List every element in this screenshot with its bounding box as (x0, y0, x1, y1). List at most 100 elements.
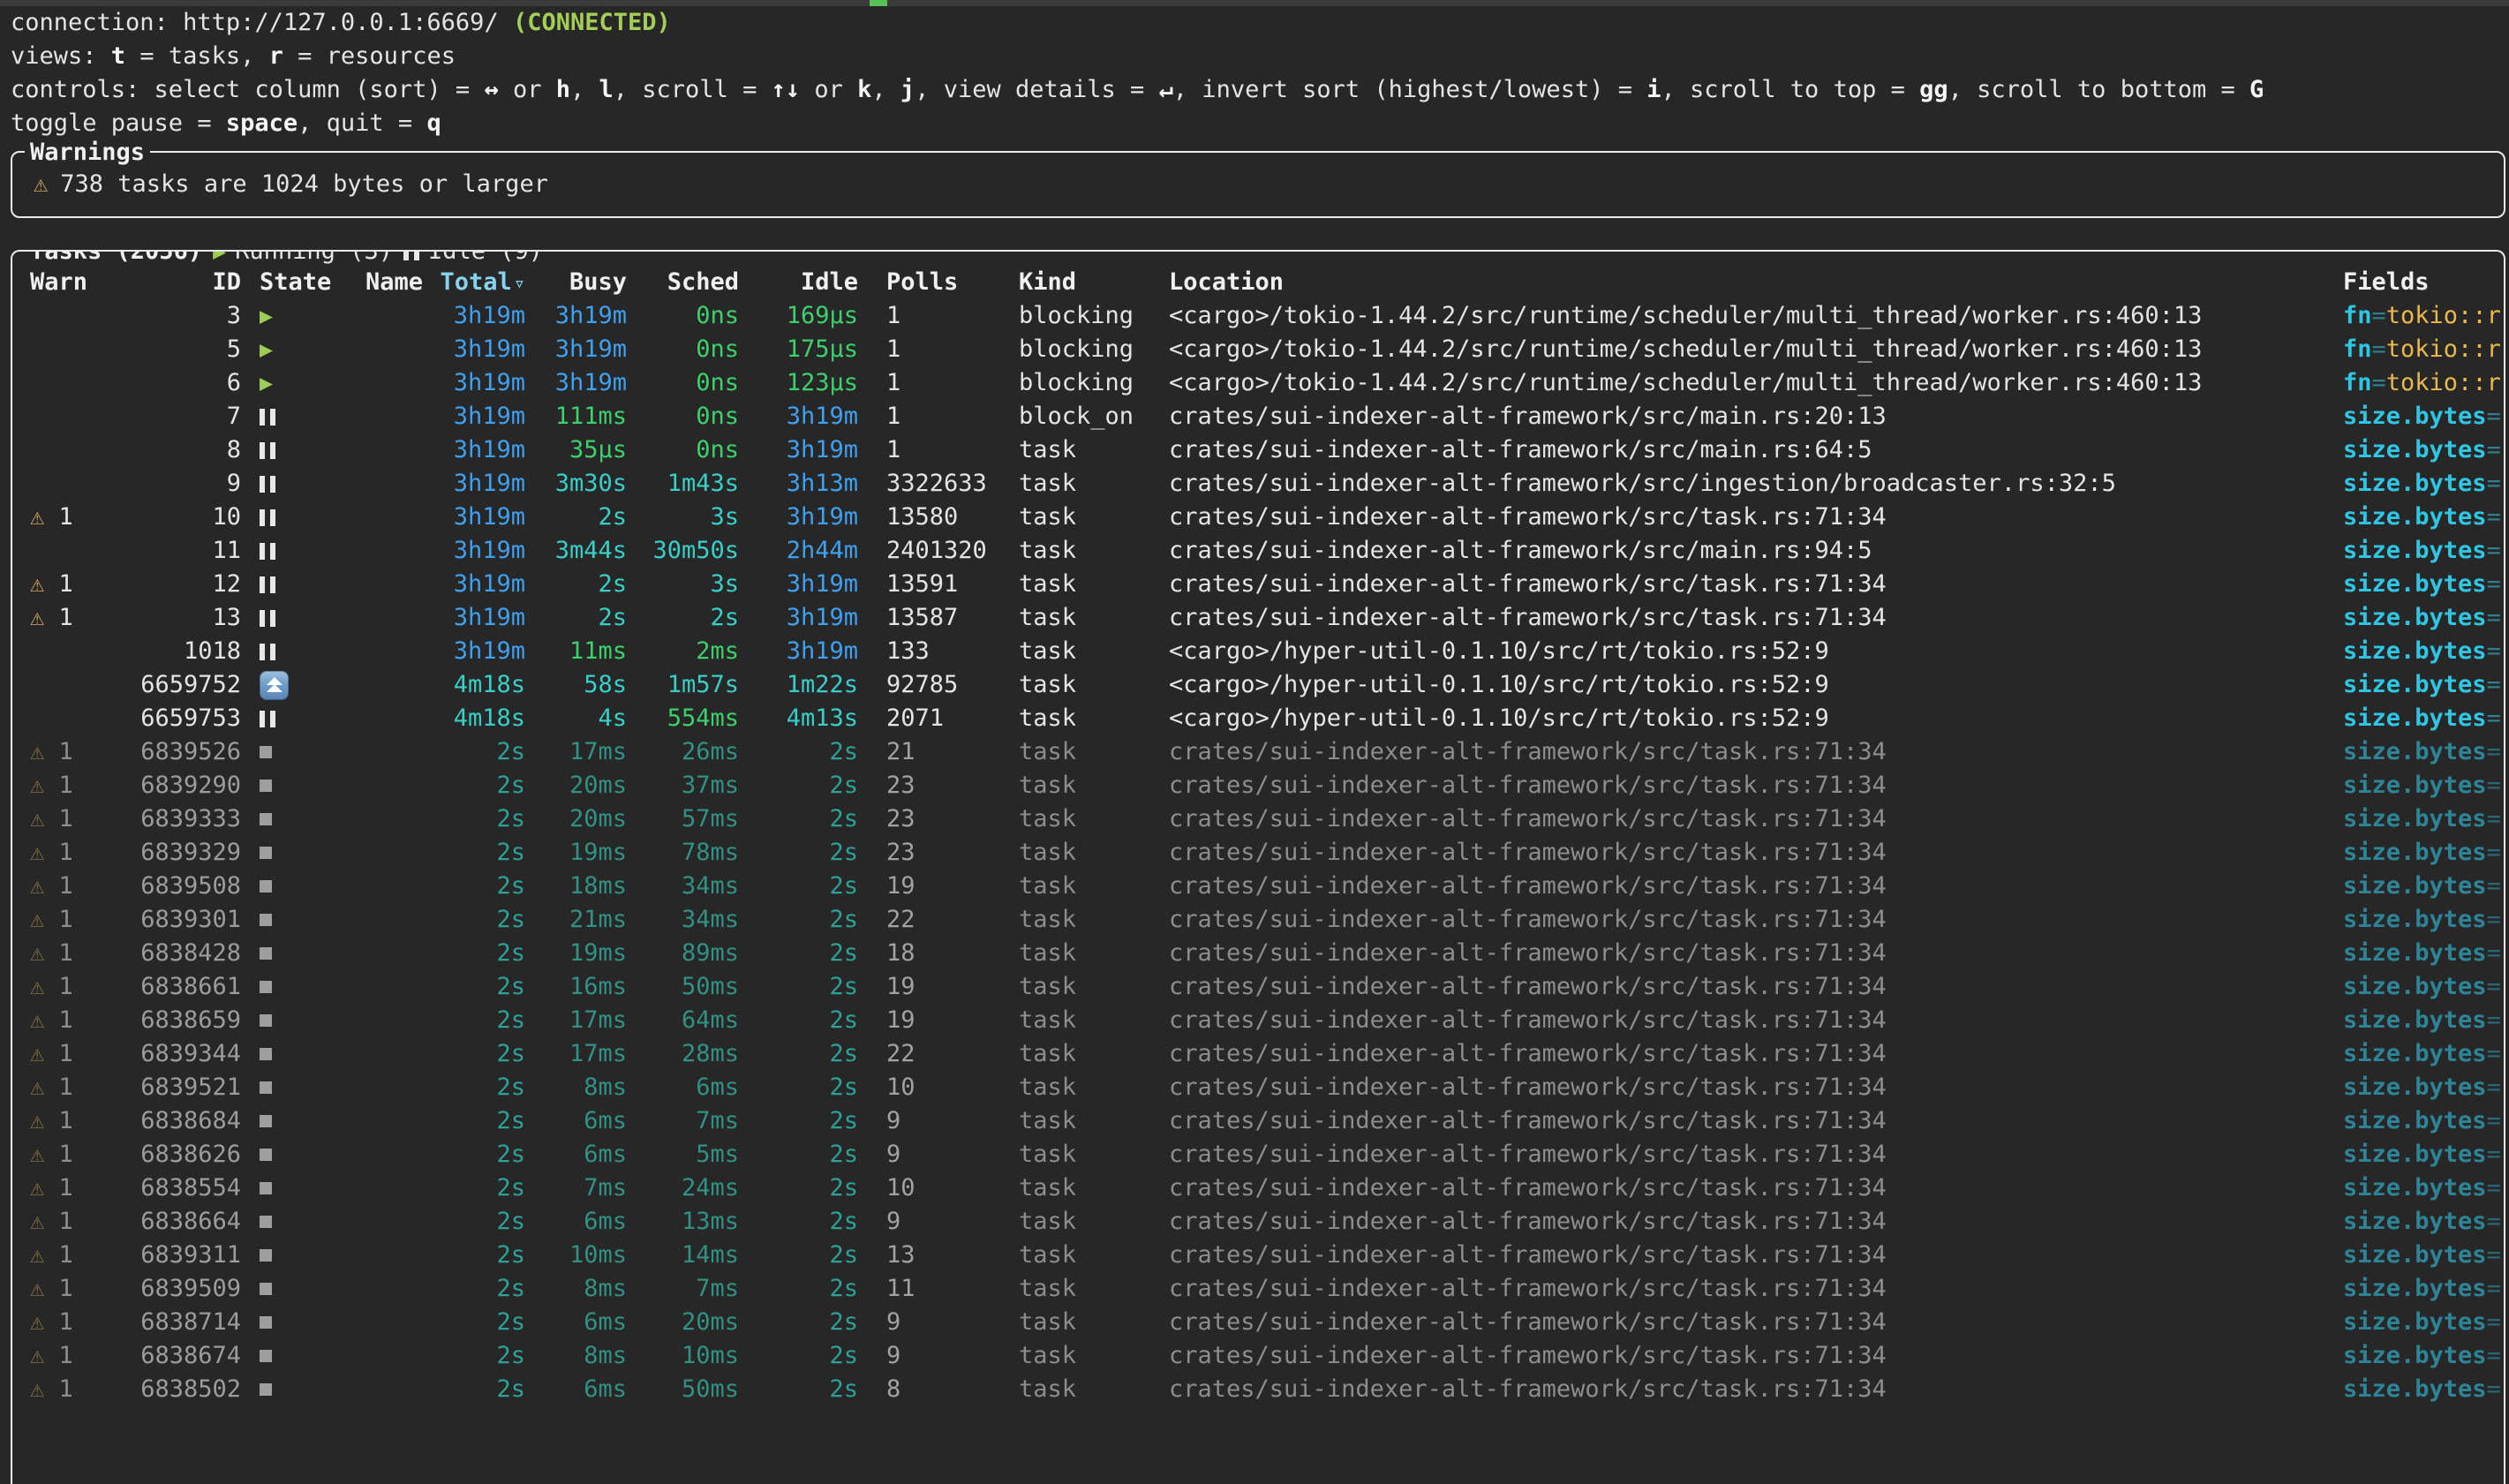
cell-polls: 13587 (869, 601, 1001, 635)
cell-kind: task (1001, 668, 1151, 702)
cell-location: <cargo>/hyper-util-0.1.10/src/rt/tokio.r… (1151, 702, 2325, 735)
task-row[interactable]: ⚠ 168386842s6ms7ms2s9taskcrates/sui-inde… (12, 1104, 2504, 1138)
task-row[interactable]: 83h19m35µs0ns3h19m1taskcrates/sui-indexe… (12, 433, 2504, 467)
task-row[interactable]: ⚠ 1123h19m2s3s3h19m13591taskcrates/sui-i… (12, 568, 2504, 601)
task-row[interactable]: ⚠ 1103h19m2s3s3h19m13580taskcrates/sui-i… (12, 501, 2504, 534)
task-row[interactable]: ⚠ 168387142s6ms20ms2s9taskcrates/sui-ind… (12, 1306, 2504, 1339)
column-header-kind[interactable]: Kind (1001, 266, 1151, 299)
cell-state (246, 1037, 352, 1071)
task-row[interactable]: ⚠ 168395092s8ms7ms2s11taskcrates/sui-ind… (12, 1272, 2504, 1306)
cell-location: crates/sui-indexer-alt-framework/src/tas… (1151, 601, 2325, 635)
task-row[interactable]: ⚠ 168386612s16ms50ms2s19taskcrates/sui-i… (12, 970, 2504, 1004)
cell-sched: 26ms (637, 735, 750, 769)
cell-warn: ⚠ 1 (12, 1071, 92, 1104)
cell-busy: 3m30s (536, 467, 637, 501)
cell-fields: size.bytes= (2325, 970, 2504, 1004)
cell-polls: 10 (869, 1071, 1001, 1104)
task-row[interactable]: ⚠ 168386642s6ms13ms2s9taskcrates/sui-ind… (12, 1205, 2504, 1239)
warning-triangle-icon: ⚠ (30, 1375, 44, 1403)
cell-task-id: 6839290 (92, 769, 246, 802)
warning-triangle-icon: ⚠ (30, 1275, 44, 1302)
column-header-idle[interactable]: Idle (750, 266, 869, 299)
cell-name (352, 501, 432, 534)
column-header-total[interactable]: Total▿ (432, 266, 536, 299)
cell-total: 2s (432, 1373, 536, 1406)
cell-task-id: 6839521 (92, 1071, 246, 1104)
column-header-polls[interactable]: Polls (869, 266, 1001, 299)
field-key: size.bytes (2343, 738, 2487, 765)
cell-total: 2s (432, 1004, 536, 1037)
task-row[interactable]: ⚠ 168385022s6ms50ms2s8taskcrates/sui-ind… (12, 1373, 2504, 1406)
task-row[interactable]: ⚠ 168395212s8ms6ms2s10taskcrates/sui-ind… (12, 1071, 2504, 1104)
task-row[interactable]: 93h19m3m30s1m43s3h13m3322633taskcrates/s… (12, 467, 2504, 501)
task-row[interactable]: ⚠ 168395082s18ms34ms2s19taskcrates/sui-i… (12, 870, 2504, 903)
cell-fields: size.bytes= (2325, 870, 2504, 903)
task-row[interactable]: ⚠ 168386262s6ms5ms2s9taskcrates/sui-inde… (12, 1138, 2504, 1171)
cell-warn (12, 333, 92, 366)
cell-name (352, 1272, 432, 1306)
cell-polls: 23 (869, 836, 1001, 870)
column-header-id[interactable]: ID (92, 266, 246, 299)
column-header-sched[interactable]: Sched (637, 266, 750, 299)
task-row[interactable]: 6▶3h19m3h19m0ns123µs1blocking<cargo>/tok… (12, 366, 2504, 400)
cell-state (246, 1205, 352, 1239)
warning-triangle-icon: ⚠ (30, 1342, 44, 1369)
cell-polls: 13 (869, 1239, 1001, 1272)
field-key: size.bytes (2343, 1073, 2487, 1101)
cell-location: crates/sui-indexer-alt-framework/src/tas… (1151, 903, 2325, 937)
cell-fields: size.bytes= (2325, 534, 2504, 568)
cell-warn: ⚠ 1 (12, 903, 92, 937)
task-row[interactable]: ⚠ 168393332s20ms57ms2s23taskcrates/sui-i… (12, 802, 2504, 836)
cell-polls: 3322633 (869, 467, 1001, 501)
cell-polls: 9 (869, 1306, 1001, 1339)
task-row[interactable]: ⚠ 168386592s17ms64ms2s19taskcrates/sui-i… (12, 1004, 2504, 1037)
cell-total: 3h19m (432, 501, 536, 534)
task-row[interactable]: 73h19m111ms0ns3h19m1block_oncrates/sui-i… (12, 400, 2504, 433)
column-header-location[interactable]: Location (1151, 266, 2325, 299)
task-row[interactable]: ⚠ 168393442s17ms28ms2s22taskcrates/sui-i… (12, 1037, 2504, 1071)
task-row[interactable]: 66597524m18s58s1m57s1m22s92785task<cargo… (12, 668, 2504, 702)
task-row[interactable]: 5▶3h19m3h19m0ns175µs1blocking<cargo>/tok… (12, 333, 2504, 366)
cell-polls: 19 (869, 870, 1001, 903)
cell-total: 4m18s (432, 668, 536, 702)
task-row[interactable]: 113h19m3m44s30m50s2h44m2401320taskcrates… (12, 534, 2504, 568)
cell-polls: 9 (869, 1339, 1001, 1373)
task-row[interactable]: ⚠ 168393292s19ms78ms2s23taskcrates/sui-i… (12, 836, 2504, 870)
cell-warn (12, 366, 92, 400)
task-row[interactable]: ⚠ 168393112s10ms14ms2s13taskcrates/sui-i… (12, 1239, 2504, 1272)
cell-kind: task (1001, 1205, 1151, 1239)
task-row[interactable]: 66597534m18s4s554ms4m13s2071task<cargo>/… (12, 702, 2504, 735)
task-row[interactable]: ⚠ 168393012s21ms34ms2s22taskcrates/sui-i… (12, 903, 2504, 937)
cell-polls: 13580 (869, 501, 1001, 534)
column-header-state[interactable]: State (246, 266, 352, 299)
cell-idle: 3h19m (750, 601, 869, 635)
cell-task-id: 6838626 (92, 1138, 246, 1171)
warning-triangle-icon: ⚠ (30, 570, 44, 598)
cell-busy: 19ms (536, 937, 637, 970)
cell-sched: 0ns (637, 366, 750, 400)
cell-kind: task (1001, 1138, 1151, 1171)
column-header-warn[interactable]: Warn (12, 266, 92, 299)
field-key: size.bytes (2343, 704, 2487, 732)
cell-busy: 20ms (536, 769, 637, 802)
state-completed-square-icon (260, 813, 272, 825)
cell-warn: ⚠ 1 (12, 1205, 92, 1239)
task-row[interactable]: 3▶3h19m3h19m0ns169µs1blocking<cargo>/tok… (12, 299, 2504, 333)
cell-fields: size.bytes= (2325, 937, 2504, 970)
cell-kind: task (1001, 769, 1151, 802)
task-row[interactable]: ⚠ 168395262s17ms26ms2s21taskcrates/sui-i… (12, 735, 2504, 769)
state-running-icon: ▶ (260, 299, 273, 333)
column-header-busy[interactable]: Busy (536, 266, 637, 299)
task-row[interactable]: ⚠ 168386742s8ms10ms2s9taskcrates/sui-ind… (12, 1339, 2504, 1373)
task-row[interactable]: 10183h19m11ms2ms3h19m133task<cargo>/hype… (12, 635, 2504, 668)
task-row[interactable]: ⚠ 168384282s19ms89ms2s18taskcrates/sui-i… (12, 937, 2504, 970)
cell-sched: 554ms (637, 702, 750, 735)
column-header-fields[interactable]: Fields (2325, 266, 2504, 299)
cell-kind: task (1001, 802, 1151, 836)
column-header-name[interactable]: Name (352, 266, 432, 299)
task-row[interactable]: ⚠ 168385542s7ms24ms2s10taskcrates/sui-in… (12, 1171, 2504, 1205)
task-row[interactable]: ⚠ 168392902s20ms37ms2s23taskcrates/sui-i… (12, 769, 2504, 802)
cell-name (352, 1239, 432, 1272)
state-completed-square-icon (260, 914, 272, 926)
task-row[interactable]: ⚠ 1133h19m2s2s3h19m13587taskcrates/sui-i… (12, 601, 2504, 635)
